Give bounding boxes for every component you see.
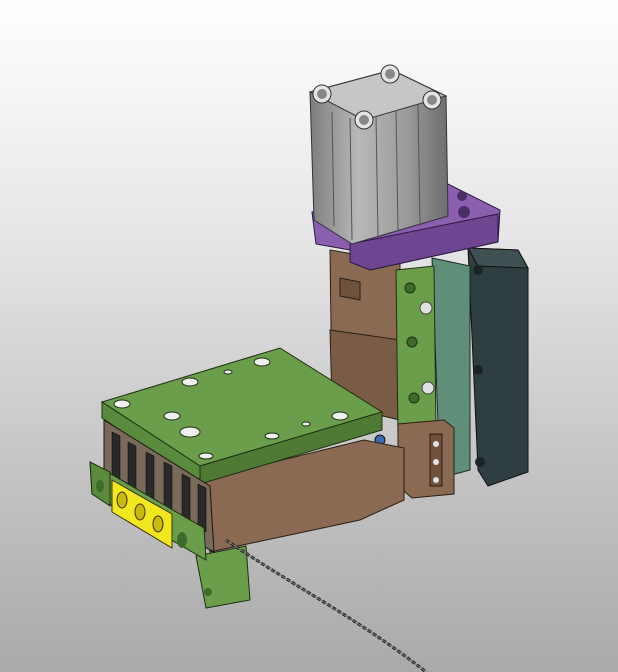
cable: [225, 538, 427, 672]
green-vertical-strip: [395, 265, 437, 437]
pneumatic-cylinder: [308, 64, 449, 245]
dark-side-plate: [467, 247, 529, 487]
cad-model-render: [89, 64, 529, 672]
cad-viewport[interactable]: [0, 0, 618, 672]
